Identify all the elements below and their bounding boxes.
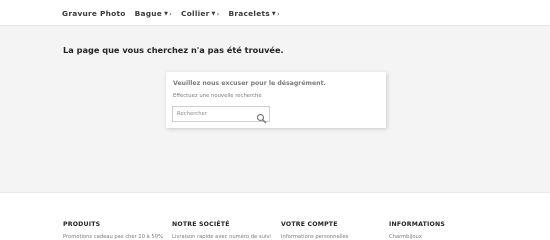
search-prompt: Effectuez une nouvelle recherche	[173, 93, 262, 99]
top-navigation: Gravure Photo Bague ▼ › Collier ▼ › Brac…	[0, 0, 550, 26]
search-icon[interactable]	[256, 109, 267, 124]
footer-column-title: NOTRE SOCIÉTÉ	[172, 221, 230, 228]
menu-item-label: Bague	[134, 9, 163, 18]
chevron-right-icon: ›	[277, 9, 280, 18]
footer-column-votre-compte: VOTRE COMPTE Informations personnelles	[281, 221, 348, 240]
footer-link[interactable]: Promotions cadeau pas cher 10 à 50%	[63, 234, 163, 240]
footer-column-title: INFORMATIONS	[389, 221, 446, 228]
search-input[interactable]	[173, 107, 253, 121]
footer-column-title: PRODUITS	[63, 221, 101, 228]
menu-item-gravure-photo[interactable]: Gravure Photo	[62, 9, 126, 18]
menu-item-collier[interactable]: Collier ▼ ›	[181, 9, 219, 18]
chevron-right-icon: ›	[169, 9, 173, 18]
footer-column-notre-societe: NOTRE SOCIÉTÉ Livraison rapide avec numé…	[172, 221, 271, 240]
page-title: La page que vous cherchez n'a pas été tr…	[63, 45, 284, 55]
footer-link[interactable]: Informations personnelles	[281, 234, 348, 240]
footer-column-informations: INFORMATIONS Charmbijoux	[389, 221, 445, 240]
menu-item-label: Bracelets	[228, 9, 270, 18]
footer-column-produits: PRODUITS Promotions cadeau pas cher 10 à…	[63, 221, 163, 240]
menu-item-bague[interactable]: Bague ▼ ›	[135, 9, 172, 18]
menu-item-label: Gravure Photo	[62, 9, 126, 18]
caret-down-icon: ▼	[271, 10, 277, 17]
not-found-card: Veuillez nous excuser pour le désagrémen…	[166, 72, 386, 128]
menu-item-bracelets[interactable]: Bracelets ▼ ›	[229, 9, 280, 18]
search-form	[172, 106, 270, 124]
main-content: La page que vous cherchez n'a pas été tr…	[0, 26, 550, 192]
footer: PRODUITS Promotions cadeau pas cher 10 à…	[0, 192, 550, 240]
footer-column-title: VOTRE COMPTE	[281, 221, 338, 228]
menu-item-label: Collier	[181, 9, 210, 18]
footer-link[interactable]: Livraison rapide avec numéro de suivi	[172, 234, 271, 240]
chevron-right-icon: ›	[216, 9, 220, 18]
caret-down-icon: ▼	[164, 10, 169, 17]
footer-link[interactable]: Charmbijoux	[389, 234, 445, 240]
caret-down-icon: ▼	[211, 10, 216, 17]
apology-heading: Veuillez nous excuser pour le désagrémen…	[173, 80, 326, 87]
main-menu: Gravure Photo Bague ▼ › Collier ▼ › Brac…	[62, 9, 289, 18]
